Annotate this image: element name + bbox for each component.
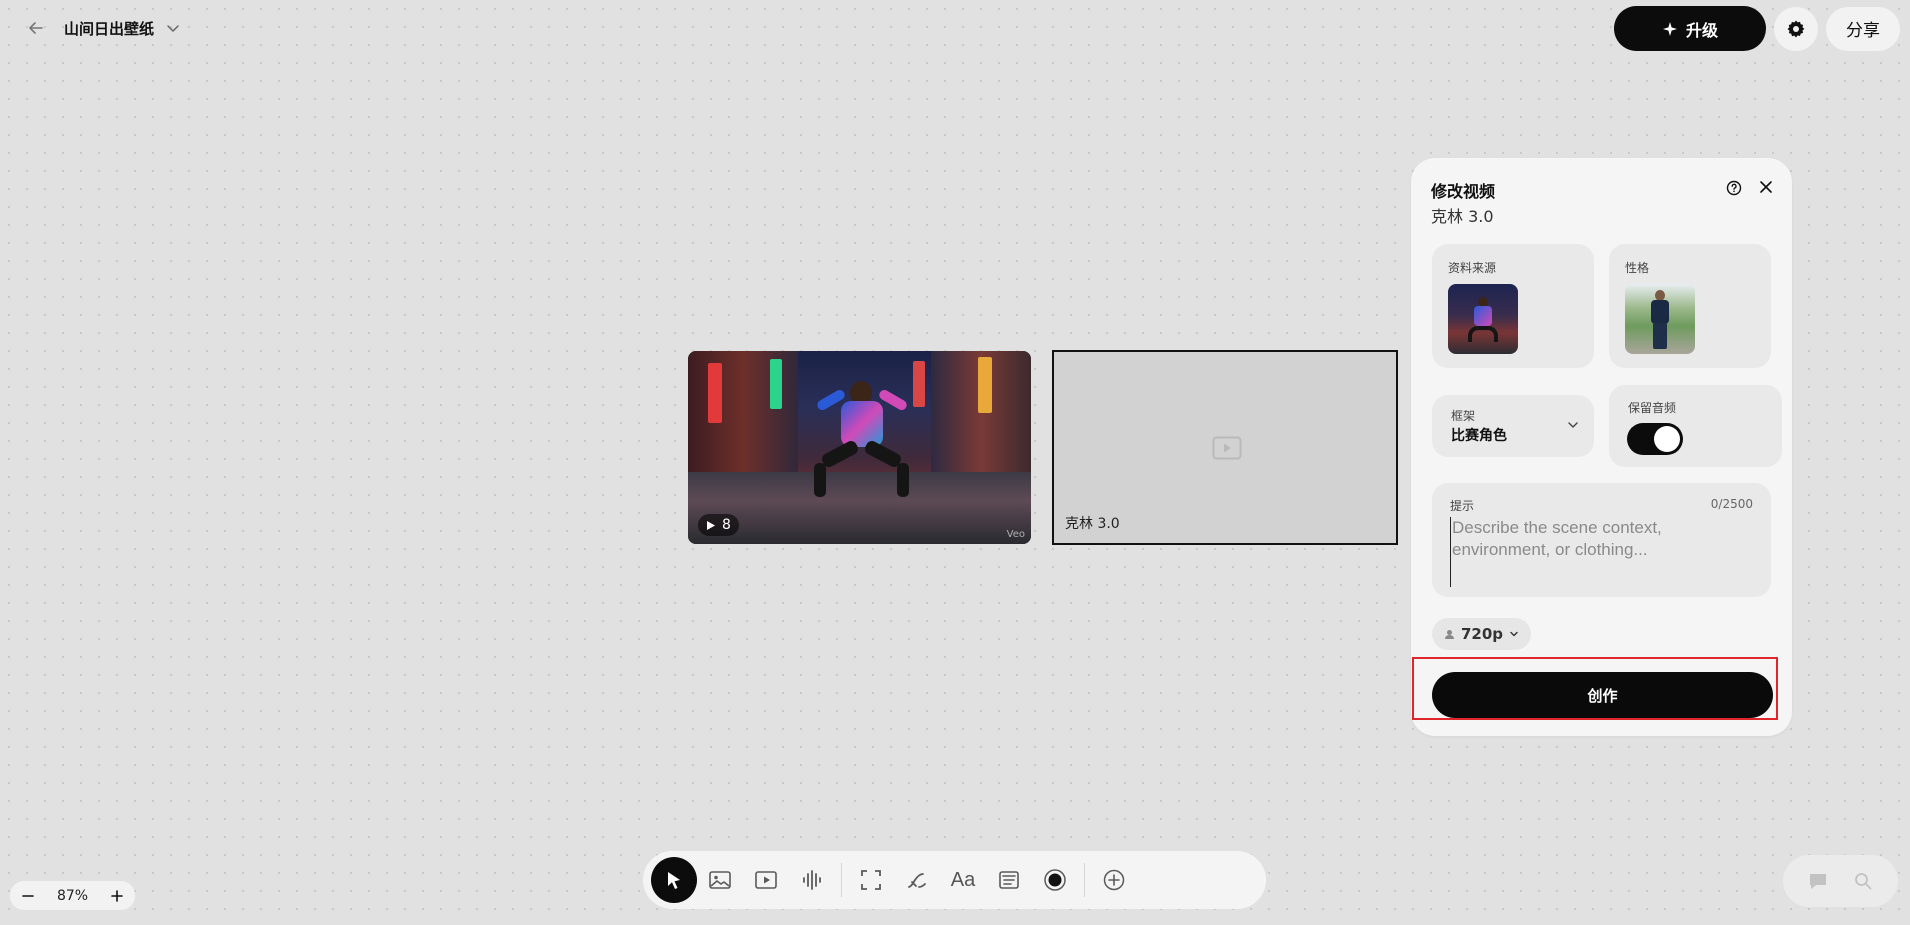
search-icon xyxy=(1855,873,1872,890)
character-card: 性格 xyxy=(1609,244,1771,368)
comment-button[interactable] xyxy=(1803,866,1833,896)
question-icon xyxy=(1726,180,1742,196)
source-thumbnail[interactable] xyxy=(1448,284,1518,354)
frame-label: 框架 xyxy=(1451,409,1476,423)
dancer-leg xyxy=(814,463,826,497)
close-button[interactable] xyxy=(1755,176,1777,198)
prompt-input[interactable] xyxy=(1450,517,1750,587)
add-tool[interactable] xyxy=(1091,857,1137,903)
neon-sign xyxy=(770,359,782,409)
panel-title: 修改视频 xyxy=(1431,182,1496,201)
neon-sign xyxy=(978,357,992,413)
neon-sign xyxy=(708,363,722,423)
prompt-char-count: 0/2500 xyxy=(1710,497,1753,511)
video-tool[interactable] xyxy=(743,857,789,903)
dancer-leg xyxy=(819,438,861,470)
record-tool[interactable] xyxy=(1032,857,1078,903)
play-count: 8 xyxy=(722,517,731,533)
dancer-leg xyxy=(897,463,909,497)
video-node[interactable]: 8 Veo xyxy=(688,351,1031,544)
zoom-in-button[interactable] xyxy=(107,886,127,906)
record-icon xyxy=(1044,869,1066,891)
toggle-knob xyxy=(1654,426,1680,452)
bottom-toolbar: Aa xyxy=(643,851,1266,909)
draw-tool[interactable] xyxy=(894,857,940,903)
veo-watermark: Veo xyxy=(1006,529,1025,540)
modify-video-panel: 修改视频 克林 3.0 资料来源 性格 框架 比赛角色 保留音频 提示 0/25… xyxy=(1411,158,1792,736)
create-button-highlight xyxy=(1412,657,1778,720)
video-icon xyxy=(755,871,777,889)
upgrade-label: 升级 xyxy=(1685,20,1718,40)
help-button[interactable] xyxy=(1724,178,1744,198)
back-button[interactable] xyxy=(22,14,50,42)
project-title[interactable]: 山间日出壁纸 xyxy=(64,18,154,39)
zoom-level[interactable]: 87% xyxy=(57,888,88,904)
chevron-down-icon xyxy=(167,25,179,32)
bottom-right-tools xyxy=(1783,855,1898,907)
thumb-figure-legs xyxy=(1468,326,1498,342)
zoom-controls: 87% xyxy=(10,881,135,910)
share-button[interactable]: 分享 xyxy=(1826,6,1900,51)
play-icon xyxy=(707,520,715,530)
chevron-down-icon xyxy=(1510,631,1518,637)
project-menu-button[interactable] xyxy=(166,21,180,35)
settings-button[interactable] xyxy=(1774,6,1818,51)
note-icon xyxy=(999,871,1019,889)
neon-sign xyxy=(913,361,925,407)
frame-select[interactable]: 框架 比赛角色 xyxy=(1432,395,1594,457)
toolbar-divider xyxy=(841,863,842,897)
source-card: 资料来源 xyxy=(1432,244,1594,368)
scene-street xyxy=(688,472,1031,544)
image-icon xyxy=(709,871,731,889)
thumb-figure-body xyxy=(1474,306,1492,326)
video-placeholder-icon xyxy=(1212,436,1242,460)
quality-icon xyxy=(1444,629,1454,639)
quality-value: 720p xyxy=(1460,625,1504,643)
frame-value: 比赛角色 xyxy=(1451,428,1507,444)
thumb-person-body xyxy=(1651,300,1669,324)
upgrade-button[interactable]: 升级 xyxy=(1614,6,1766,51)
keep-audio-toggle[interactable] xyxy=(1627,423,1683,455)
placeholder-video-node[interactable]: 克林 3.0 xyxy=(1052,350,1398,545)
frame-icon xyxy=(861,870,881,890)
keep-audio-label: 保留音频 xyxy=(1628,401,1677,415)
cursor-icon xyxy=(668,872,680,889)
chevron-down-icon xyxy=(1567,419,1579,431)
play-badge[interactable]: 8 xyxy=(698,514,739,536)
gear-icon xyxy=(1787,20,1805,37)
header-actions: 升级 分享 xyxy=(1614,6,1900,51)
note-tool[interactable] xyxy=(986,857,1032,903)
placeholder-label: 克林 3.0 xyxy=(1065,516,1120,532)
character-label: 性格 xyxy=(1625,261,1650,275)
sparkle-icon xyxy=(1662,21,1677,36)
audio-tool[interactable] xyxy=(789,857,835,903)
prompt-card: 提示 0/2500 xyxy=(1432,483,1771,597)
pen-icon xyxy=(908,873,926,888)
character-thumbnail[interactable] xyxy=(1625,284,1695,354)
panel-subtitle: 克林 3.0 xyxy=(1431,207,1494,226)
project-header: 山间日出壁纸 xyxy=(22,14,180,42)
waveform-icon xyxy=(803,870,821,890)
plus-circle-icon xyxy=(1103,869,1125,891)
prompt-label: 提示 xyxy=(1450,499,1475,513)
thumb-person-legs xyxy=(1653,323,1667,349)
dancer-body xyxy=(841,401,883,447)
text-tool[interactable]: Aa xyxy=(940,857,986,903)
comment-icon xyxy=(1809,874,1826,889)
toolbar-divider xyxy=(1084,863,1085,897)
keep-audio-card: 保留音频 xyxy=(1609,385,1782,467)
quality-select[interactable]: 720p xyxy=(1432,618,1531,650)
zoom-out-button[interactable] xyxy=(18,886,38,906)
search-button[interactable] xyxy=(1848,866,1878,896)
frame-tool[interactable] xyxy=(848,857,894,903)
select-tool[interactable] xyxy=(651,857,697,903)
image-tool[interactable] xyxy=(697,857,743,903)
arrow-left-icon xyxy=(29,22,43,34)
source-label: 资料来源 xyxy=(1448,261,1497,275)
plus-icon xyxy=(111,889,123,902)
minus-icon xyxy=(22,894,34,897)
close-icon xyxy=(1760,181,1772,193)
